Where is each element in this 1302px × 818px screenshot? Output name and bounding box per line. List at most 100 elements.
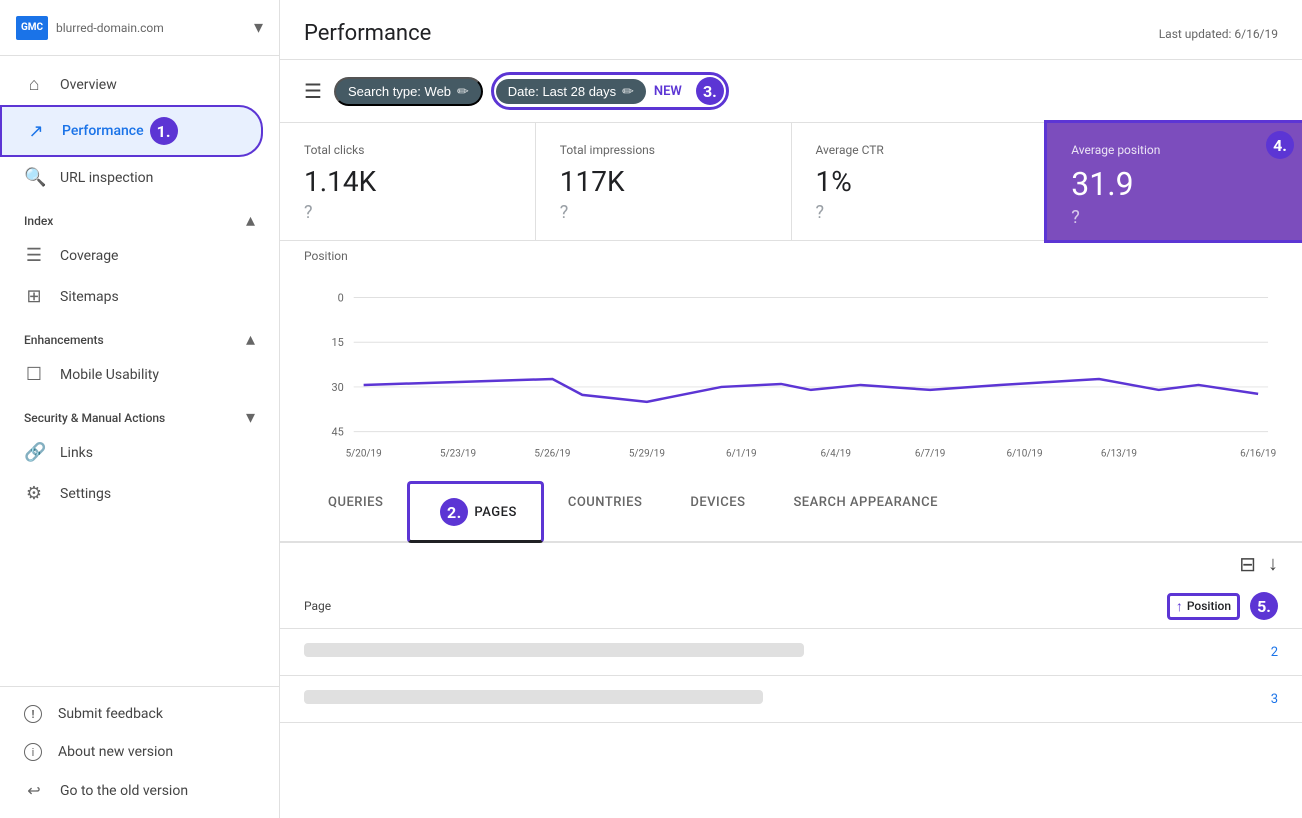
tab-pages[interactable]: 2. PAGES <box>407 481 543 543</box>
total-impressions-label: Total impressions <box>560 143 767 157</box>
average-ctr-label: Average CTR <box>816 143 1023 157</box>
sidebar-item-links[interactable]: 🔗 Links <box>0 432 263 473</box>
download-icon[interactable]: ↓ <box>1268 551 1278 576</box>
svg-text:6/10/19: 6/10/19 <box>1007 449 1043 460</box>
chevron-up-icon: ▴ <box>246 210 255 231</box>
submit-feedback-label: Submit feedback <box>58 706 163 722</box>
svg-text:5/26/19: 5/26/19 <box>534 449 570 460</box>
annotation-3: 3. <box>696 77 724 105</box>
section-index[interactable]: Index ▴ <box>0 198 279 235</box>
home-icon: ⌂ <box>24 74 44 95</box>
svg-text:0: 0 <box>338 291 344 304</box>
date-chip[interactable]: Date: Last 28 days ✏ <box>496 79 646 104</box>
sidebar-bottom: ! Submit feedback i About new version ↩ … <box>0 686 279 818</box>
main-content: Performance Last updated: 6/16/19 ☰ Sear… <box>280 0 1302 818</box>
svg-text:6/4/19: 6/4/19 <box>820 449 851 460</box>
logo-domain: blurred-domain.com <box>56 21 254 35</box>
col-position-label: Position <box>1187 599 1231 613</box>
search-type-label: Search type: Web <box>348 84 451 99</box>
logo-short: GMC <box>21 22 43 33</box>
average-ctr-value: 1% <box>816 165 1023 198</box>
page-title: Performance <box>304 21 431 46</box>
sidebar-item-sitemaps-label: Sitemaps <box>60 289 119 305</box>
sidebar-item-performance[interactable]: ↗ Performance 1. <box>0 105 263 157</box>
new-badge[interactable]: NEW <box>646 80 690 103</box>
sidebar-item-links-label: Links <box>60 445 93 461</box>
sidebar-item-mobile-usability[interactable]: ☐ Mobile Usability <box>0 354 263 395</box>
row-url-1 <box>304 643 1138 661</box>
average-position-value: 31.9 <box>1071 165 1278 203</box>
total-impressions-info: ? <box>560 202 767 223</box>
table-row[interactable]: 2 <box>280 629 1302 676</box>
position-sort-box[interactable]: ↑ Position <box>1167 593 1240 620</box>
sidebar-item-coverage[interactable]: ☰ Coverage <box>0 235 263 276</box>
sitemaps-icon: ⊞ <box>24 286 44 307</box>
row-url-2 <box>304 690 1138 708</box>
sidebar-item-url-inspection[interactable]: 🔍 URL inspection <box>0 157 263 198</box>
stat-total-impressions[interactable]: Total impressions 117K ? <box>536 123 792 240</box>
row-position-1: 2 <box>1138 645 1278 660</box>
sidebar-item-url-label: URL inspection <box>60 170 153 186</box>
svg-text:6/16/19: 6/16/19 <box>1240 449 1276 460</box>
annotation-5: 5. <box>1250 592 1278 620</box>
stat-average-position[interactable]: Average position 31.9 ? 4. <box>1044 120 1302 243</box>
average-position-info: ? <box>1071 207 1278 228</box>
sort-arrow-icon: ↑ <box>1176 598 1183 615</box>
sidebar-item-about-new-version[interactable]: i About new version <box>0 733 279 771</box>
edit-icon: ✏ <box>457 83 469 100</box>
blurred-url-1 <box>304 643 804 657</box>
table-row-2[interactable]: 3 <box>280 676 1302 723</box>
svg-text:15: 15 <box>331 336 343 349</box>
svg-text:6/1/19: 6/1/19 <box>726 449 757 460</box>
stats-row: Total clicks 1.14K ? Total impressions 1… <box>280 123 1302 241</box>
sidebar-item-overview[interactable]: ⌂ Overview <box>0 64 263 105</box>
chevron-up-icon-2: ▴ <box>246 329 255 350</box>
chart-svg: 0 15 30 45 5/20/19 5/23/19 5/26/19 5/29/… <box>304 277 1278 477</box>
about-new-version-label: About new version <box>58 744 173 760</box>
info-icon: i <box>24 743 42 761</box>
section-enhancements[interactable]: Enhancements ▴ <box>0 317 279 354</box>
col-position-header[interactable]: ↑ Position 5. <box>1138 592 1278 620</box>
old-version-icon: ↩ <box>24 781 44 800</box>
col-page-header: Page <box>304 599 1138 613</box>
stat-total-clicks[interactable]: Total clicks 1.14K ? <box>280 123 536 240</box>
sidebar-logo: GMC blurred-domain.com ▾ <box>0 0 279 56</box>
section-security[interactable]: Security & Manual Actions ▾ <box>0 395 279 432</box>
search-type-chip[interactable]: Search type: Web ✏ <box>334 77 483 106</box>
sidebar-item-coverage-label: Coverage <box>60 248 118 264</box>
performance-icon: ↗ <box>26 121 46 142</box>
tab-devices[interactable]: DEVICES <box>666 481 769 543</box>
date-new-group: Date: Last 28 days ✏ NEW 3. <box>491 72 729 110</box>
sidebar-item-go-to-old-version[interactable]: ↩ Go to the old version <box>0 771 279 810</box>
tab-queries[interactable]: QUERIES <box>304 481 407 543</box>
sidebar-item-submit-feedback[interactable]: ! Submit feedback <box>0 695 279 733</box>
go-to-old-version-label: Go to the old version <box>60 783 188 799</box>
sidebar-item-sitemaps[interactable]: ⊞ Sitemaps <box>0 276 263 317</box>
section-enhancements-label: Enhancements <box>24 333 104 347</box>
sidebar-nav: ⌂ Overview ↗ Performance 1. 🔍 URL inspec… <box>0 56 279 686</box>
svg-text:45: 45 <box>331 426 343 439</box>
sidebar-item-settings-label: Settings <box>60 486 111 502</box>
chevron-down-icon[interactable]: ▾ <box>254 17 263 38</box>
sidebar-item-settings[interactable]: ⚙ Settings <box>0 473 263 514</box>
coverage-icon: ☰ <box>24 245 44 266</box>
stat-average-ctr[interactable]: Average CTR 1% ? <box>792 123 1048 240</box>
edit-icon-2: ✏ <box>622 83 634 100</box>
settings-icon: ⚙ <box>24 483 44 504</box>
chart-area: Position 0 15 30 45 5/20/19 5/23/19 5/26… <box>280 241 1302 481</box>
mobile-icon: ☐ <box>24 364 44 385</box>
chevron-down-icon-2: ▾ <box>246 407 255 428</box>
tab-search-appearance[interactable]: SEARCH APPEARANCE <box>769 481 962 543</box>
filter-table-icon[interactable]: ⊟ <box>1239 552 1256 576</box>
tab-pages-label: PAGES <box>474 505 516 520</box>
tab-countries[interactable]: COUNTRIES <box>544 481 667 543</box>
row-position-2: 3 <box>1138 692 1278 707</box>
svg-text:6/7/19: 6/7/19 <box>915 449 945 460</box>
blurred-url-2 <box>304 690 763 704</box>
filter-icon[interactable]: ☰ <box>304 79 322 103</box>
date-label: Date: Last 28 days <box>508 84 616 99</box>
svg-text:30: 30 <box>331 381 343 394</box>
total-clicks-value: 1.14K <box>304 165 511 198</box>
svg-text:5/20/19: 5/20/19 <box>346 449 382 460</box>
chart-y-label: Position <box>304 249 348 263</box>
